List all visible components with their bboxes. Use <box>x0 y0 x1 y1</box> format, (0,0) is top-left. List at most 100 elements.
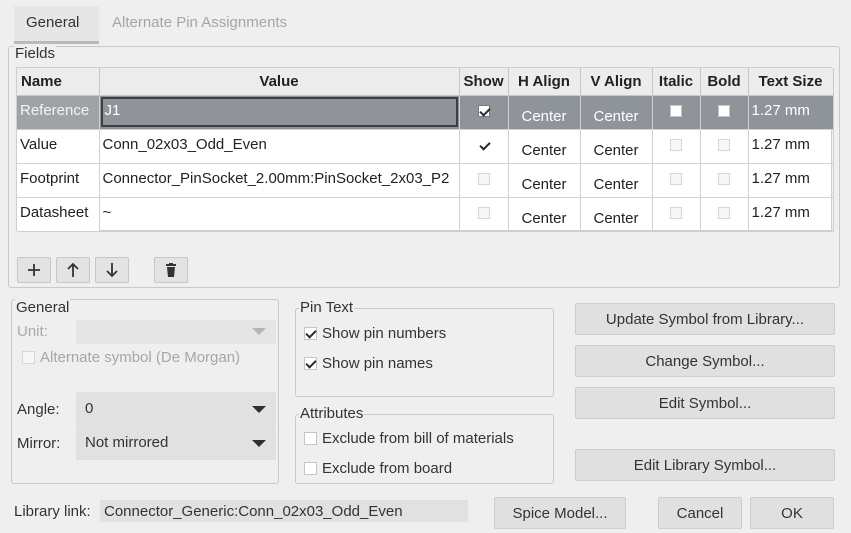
bold-checkbox[interactable] <box>718 206 730 219</box>
angle-label: Angle: <box>17 401 60 418</box>
cancel-button[interactable]: Cancel <box>658 497 742 529</box>
column-header-show[interactable]: Show <box>459 68 509 96</box>
row-h-align-cell[interactable]: Center <box>508 129 581 164</box>
show-checkbox[interactable] <box>477 172 490 185</box>
show-pin-numbers-checkbox[interactable]: Show pin numbers <box>304 325 446 342</box>
column-header-h-align[interactable]: H Align <box>508 68 581 96</box>
row-show-cell[interactable] <box>459 95 509 130</box>
row-value-editor[interactable]: J1 <box>100 96 458 127</box>
row-value-cell[interactable]: Conn_02x03_Odd_Even <box>99 129 460 164</box>
row-name-cell[interactable]: Value <box>17 129 100 164</box>
row-italic-cell[interactable] <box>652 197 701 232</box>
change-symbol-button[interactable]: Change Symbol... <box>575 345 835 377</box>
spice-model-button[interactable]: Spice Model... <box>494 497 626 529</box>
row-v-align-cell[interactable]: Center <box>580 129 653 164</box>
tab-alternate-pin-assignments[interactable]: Alternate Pin Assignments <box>112 14 287 31</box>
row-value-cell[interactable]: ~ <box>99 197 460 232</box>
show-checkbox[interactable] <box>477 206 490 219</box>
row-h-align-cell[interactable]: Center <box>508 163 581 198</box>
row-value-cell[interactable]: Connector_PinSocket_2.00mm:PinSocket_2x0… <box>99 163 460 198</box>
update-symbol-from-library-button[interactable]: Update Symbol from Library... <box>575 303 835 335</box>
table-row[interactable]: Reference J1 Center Center 1.27 mm <box>17 95 834 130</box>
row-text-size-cell[interactable]: 1.27 mm <box>748 95 834 130</box>
row-bold-cell[interactable] <box>700 129 749 164</box>
row-text-size-cell[interactable]: 1.27 mm <box>748 129 834 164</box>
column-header-italic[interactable]: Italic <box>652 68 701 96</box>
row-bold-cell[interactable] <box>700 197 749 232</box>
column-header-name[interactable]: Name <box>17 68 100 96</box>
show-pin-names-checkbox-box[interactable] <box>304 357 317 370</box>
ok-button[interactable]: OK <box>750 497 834 529</box>
row-name-cell[interactable]: Datasheet <box>17 197 100 232</box>
exclude-board-label: Exclude from board <box>322 460 453 477</box>
row-show-cell[interactable] <box>459 163 509 198</box>
library-link-field[interactable]: Connector_Generic:Conn_02x03_Odd_Even <box>100 500 468 522</box>
row-italic-cell[interactable] <box>652 163 701 198</box>
row-v-align-cell[interactable]: Center <box>580 197 653 232</box>
unit-label: Unit: <box>17 323 48 340</box>
exclude-board-checkbox-box[interactable] <box>304 462 317 475</box>
row-text-size-cell[interactable]: 1.27 mm <box>748 197 834 232</box>
mirror-label: Mirror: <box>17 435 61 452</box>
exclude-bom-label: Exclude from bill of materials <box>322 430 514 447</box>
general-group-label: General <box>15 299 71 316</box>
add-field-button[interactable] <box>17 257 51 283</box>
alternate-symbol-checkbox-box[interactable] <box>22 351 35 364</box>
tab-bar: General Alternate Pin Assignments <box>8 6 844 44</box>
show-pin-names-label: Show pin names <box>322 355 433 372</box>
exclude-bom-checkbox-box[interactable] <box>304 432 317 445</box>
row-show-cell[interactable] <box>459 129 509 164</box>
italic-checkbox[interactable] <box>670 138 682 151</box>
alternate-symbol-checkbox[interactable]: Alternate symbol (De Morgan) <box>22 349 240 366</box>
row-bold-cell[interactable] <box>700 95 749 130</box>
bold-checkbox[interactable] <box>718 138 730 151</box>
row-v-align-cell[interactable]: Center <box>580 163 653 198</box>
exclude-board-checkbox[interactable]: Exclude from board <box>304 460 452 477</box>
row-show-cell[interactable] <box>459 197 509 232</box>
angle-select[interactable]: 0 <box>76 392 276 426</box>
italic-checkbox[interactable] <box>670 206 682 219</box>
fields-grid[interactable]: Name Value Show H Align V Align Italic B… <box>16 67 834 232</box>
arrow-up-icon <box>67 262 79 277</box>
move-down-button[interactable] <box>95 257 129 283</box>
row-name-cell[interactable]: Reference <box>17 95 100 130</box>
row-value-cell[interactable]: J1 <box>99 95 460 130</box>
delete-field-button[interactable] <box>154 257 188 283</box>
column-header-v-align[interactable]: V Align <box>580 68 653 96</box>
italic-checkbox[interactable] <box>670 172 682 185</box>
alternate-symbol-label: Alternate symbol (De Morgan) <box>40 349 241 366</box>
row-bold-cell[interactable] <box>700 163 749 198</box>
column-header-value[interactable]: Value <box>99 68 460 96</box>
show-checkbox[interactable] <box>477 138 490 151</box>
row-text-size-cell[interactable]: 1.27 mm <box>748 163 834 198</box>
exclude-bom-checkbox[interactable]: Exclude from bill of materials <box>304 430 514 447</box>
pin-text-group <box>295 308 554 397</box>
bold-checkbox[interactable] <box>718 172 730 185</box>
tab-general[interactable]: General <box>26 14 79 31</box>
row-v-align-cell[interactable]: Center <box>580 95 653 130</box>
chevron-down-icon <box>252 328 266 335</box>
column-header-text-size[interactable]: Text Size <box>748 68 834 96</box>
edit-symbol-button[interactable]: Edit Symbol... <box>575 387 835 419</box>
italic-checkbox[interactable] <box>670 104 682 117</box>
column-header-bold[interactable]: Bold <box>700 68 749 96</box>
row-name-cell[interactable]: Footprint <box>17 163 100 198</box>
bold-checkbox[interactable] <box>718 104 730 117</box>
show-pin-names-checkbox[interactable]: Show pin names <box>304 355 433 372</box>
edit-library-symbol-button[interactable]: Edit Library Symbol... <box>575 449 835 481</box>
unit-select[interactable] <box>76 320 276 344</box>
table-row[interactable]: Datasheet ~ Center Center 1.27 mm <box>17 197 834 232</box>
row-italic-cell[interactable] <box>652 95 701 130</box>
angle-select-value: 0 <box>85 400 94 417</box>
table-row[interactable]: Footprint Connector_PinSocket_2.00mm:Pin… <box>17 163 834 198</box>
row-h-align-cell[interactable]: Center <box>508 197 581 232</box>
mirror-select[interactable]: Not mirrored <box>76 426 276 460</box>
show-checkbox[interactable] <box>477 104 490 117</box>
table-row[interactable]: Value Conn_02x03_Odd_Even Center Center … <box>17 129 834 164</box>
show-pin-numbers-checkbox-box[interactable] <box>304 327 317 340</box>
chevron-down-icon <box>252 406 266 413</box>
row-italic-cell[interactable] <box>652 129 701 164</box>
row-h-align-cell[interactable]: Center <box>508 95 581 130</box>
move-up-button[interactable] <box>56 257 90 283</box>
pin-text-group-label: Pin Text <box>299 299 355 316</box>
